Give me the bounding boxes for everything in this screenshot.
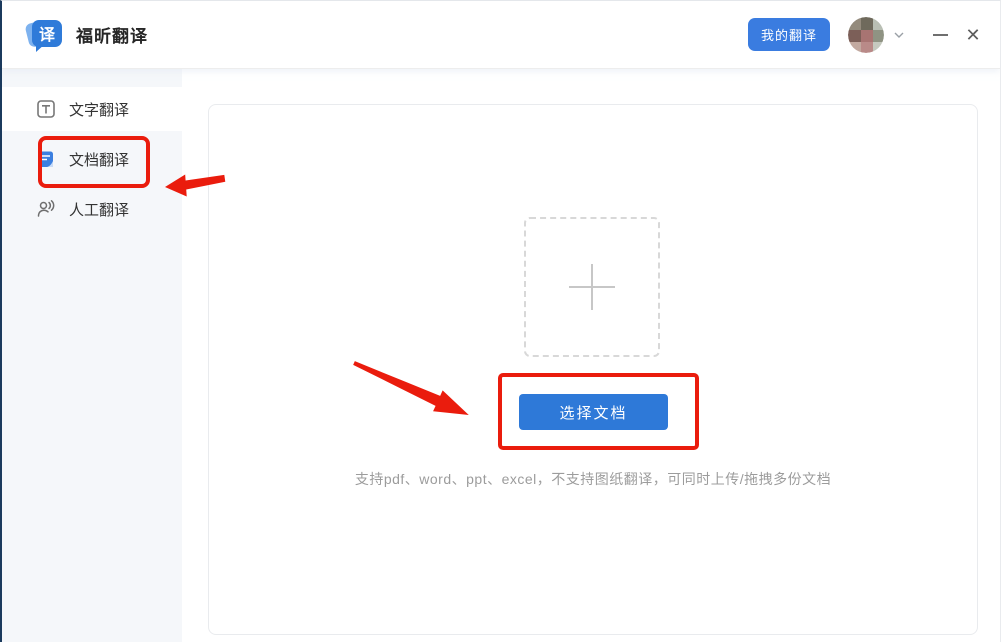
select-document-button[interactable]: 选择文档	[519, 394, 668, 430]
logo-bubble-tail	[36, 44, 45, 52]
main-content: 选择文档 支持pdf、word、ppt、excel，不支持图纸翻译，可同时上传/…	[182, 69, 1000, 642]
logo-bubble-glyph: 译	[32, 20, 62, 47]
app-logo-icon: 译	[26, 17, 66, 53]
human-translation-icon	[36, 199, 56, 219]
upload-hint-text: 支持pdf、word、ppt、excel，不支持图纸翻译，可同时上传/拖拽多份文…	[209, 469, 977, 489]
close-icon: ✕	[965, 26, 980, 44]
file-dropzone[interactable]	[524, 217, 660, 357]
header-actions: 我的翻译	[748, 17, 984, 53]
app-window: 译 福昕翻译 我的翻译	[0, 0, 1001, 642]
sidebar-item-document-translation[interactable]: 文档翻译	[2, 137, 182, 181]
app-title: 福昕翻译	[76, 22, 148, 47]
account-menu-chevron[interactable]	[893, 31, 905, 39]
sidebar-item-human-translation[interactable]: 人工翻译	[2, 187, 182, 231]
user-avatar[interactable]	[848, 17, 884, 53]
brand: 译 福昕翻译	[26, 17, 148, 53]
text-translation-icon	[36, 99, 56, 119]
plus-icon	[591, 264, 593, 310]
my-translations-button[interactable]: 我的翻译	[748, 18, 830, 51]
sidebar: 文字翻译 文档翻译	[2, 69, 182, 642]
upload-card: 选择文档 支持pdf、word、ppt、excel，不支持图纸翻译，可同时上传/…	[208, 104, 978, 635]
close-button[interactable]: ✕	[962, 24, 984, 46]
sidebar-item-text-translation[interactable]: 文字翻译	[2, 87, 182, 131]
avatar-mosaic	[848, 17, 884, 53]
sidebar-item-label: 文档翻译	[69, 149, 129, 170]
chevron-down-icon	[893, 31, 905, 39]
app-body: 文字翻译 文档翻译	[2, 69, 1000, 642]
title-bar: 译 福昕翻译 我的翻译	[2, 1, 1000, 69]
sidebar-item-label: 人工翻译	[69, 199, 129, 220]
document-translation-icon	[36, 149, 56, 169]
minimize-icon	[933, 34, 948, 36]
sidebar-item-label: 文字翻译	[69, 99, 129, 120]
minimize-button[interactable]	[929, 24, 951, 46]
